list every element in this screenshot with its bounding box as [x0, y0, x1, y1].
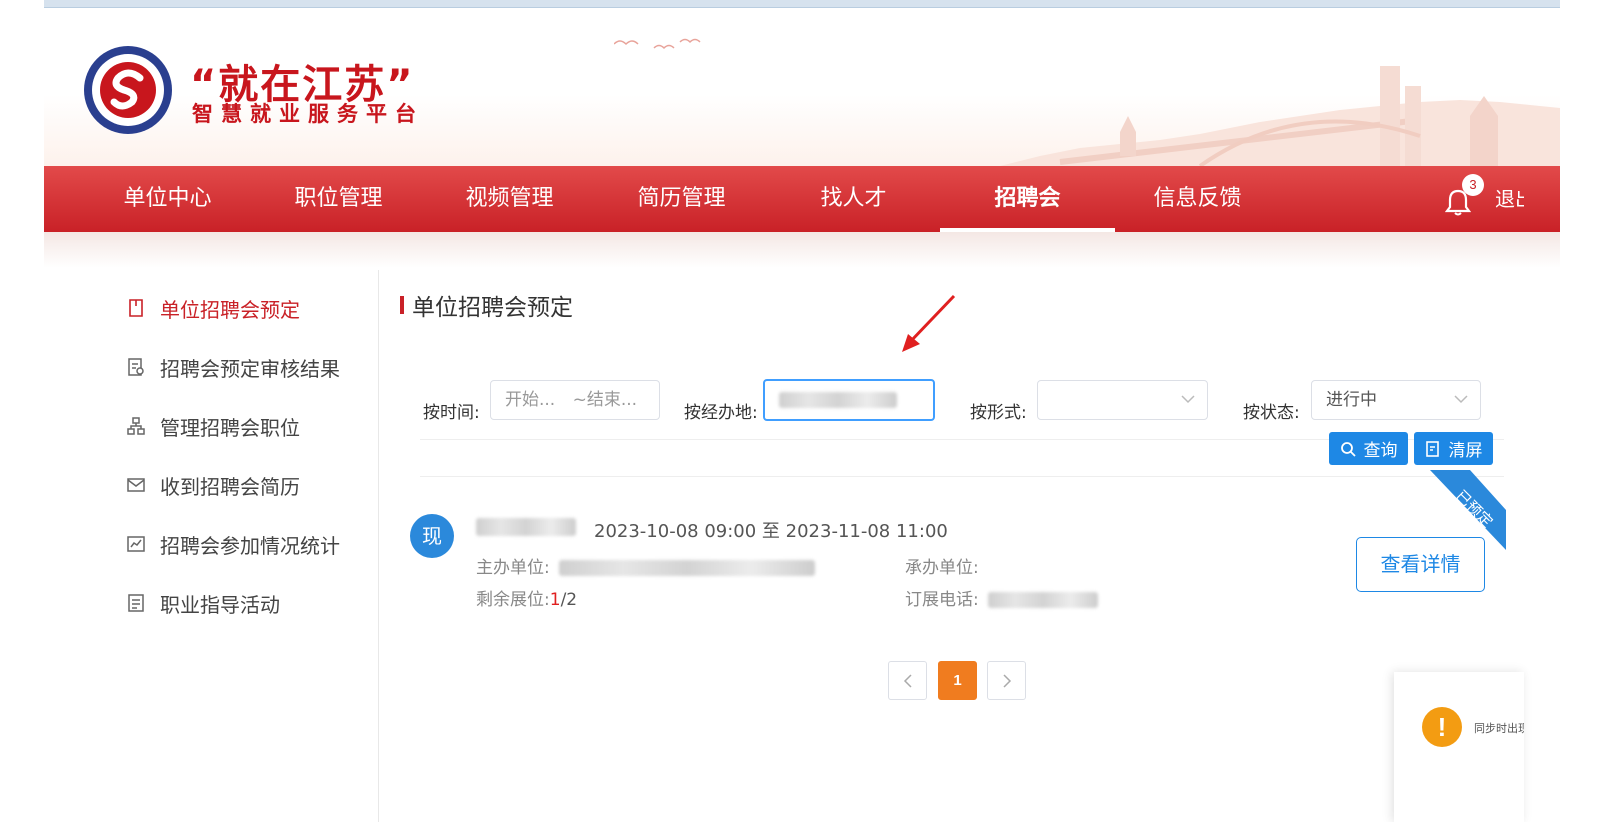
sidebar-item-label: 招聘会参加情况统计 — [160, 533, 340, 558]
view-details-button[interactable]: 查看详情 — [1356, 537, 1485, 592]
sidebar-item-label: 招聘会预定审核结果 — [160, 356, 340, 381]
sidebar-item-label: 收到招聘会简历 — [160, 474, 300, 499]
list-divider — [420, 476, 1504, 477]
nav-item-job-management[interactable]: 职位管理 — [251, 166, 426, 232]
sidebar-item-audit-result[interactable]: 招聘会预定审核结果 — [126, 352, 340, 382]
red-arrow-annotation — [902, 294, 956, 352]
redacted-host-unit — [559, 560, 816, 576]
nav-item-unit-center[interactable]: 单位中心 — [80, 166, 255, 232]
title-accent-bar — [400, 296, 404, 314]
search-icon — [1340, 441, 1356, 457]
page-number-button[interactable]: 1 — [938, 661, 977, 700]
host-unit-label: 主办单位: — [476, 558, 550, 578]
form-filter-label: 按形式: — [970, 403, 1027, 423]
remaining-booths-total: /2 — [560, 590, 578, 610]
logout-link[interactable]: 退出 — [1495, 166, 1524, 232]
logo-icon — [84, 46, 172, 134]
fair-time-range: 2023-10-08 09:00 至 2023-11-08 11:00 — [594, 521, 948, 542]
form-select[interactable] — [1037, 380, 1208, 420]
clear-icon — [1425, 440, 1439, 457]
sidebar-item-participation-stats[interactable]: 招聘会参加情况统计 — [126, 529, 340, 559]
document-icon — [128, 594, 144, 612]
status-select-value: 进行中 — [1326, 390, 1377, 410]
sidebar-item-label: 管理招聘会职位 — [160, 415, 300, 440]
time-filter-label: 按时间: — [423, 403, 480, 423]
bookmark-icon — [129, 299, 143, 317]
nav-shadow — [44, 232, 1560, 268]
city-skyline-decoration — [1000, 66, 1560, 166]
page-title: 单位招聘会预定 — [412, 295, 573, 321]
main-nav: 单位中心 职位管理 视频管理 简历管理 找人才 招聘会 信息反馈 — [44, 166, 1560, 232]
browser-top-strip — [44, 0, 1560, 8]
sidebar-item-fair-booking[interactable]: 单位招聘会预定 — [126, 293, 300, 323]
booking-phone-label: 订展电话: — [905, 590, 979, 610]
fair-avatar: 现 — [410, 514, 454, 558]
organizer-unit: 承办单位: — [905, 553, 979, 578]
toast-message: 同步时出现 — [1474, 722, 1524, 735]
nav-item-video-management[interactable]: 视频管理 — [422, 166, 597, 232]
start-date-placeholder: 开始... — [505, 390, 556, 410]
redacted-location — [779, 392, 897, 408]
audit-icon — [128, 358, 144, 376]
line-chart-icon — [127, 536, 145, 552]
booking-phone: 订展电话: — [905, 585, 1099, 610]
organizer-unit-label: 承办单位: — [905, 558, 979, 578]
remaining-booths-value: 1 — [549, 590, 561, 610]
location-filter-label: 按经办地: — [684, 403, 758, 423]
query-button[interactable]: 查询 — [1329, 432, 1408, 465]
nav-item-job-fair[interactable]: 招聘会 — [940, 166, 1115, 232]
sidebar-item-career-guidance[interactable]: 职业指导活动 — [126, 588, 280, 618]
date-range-input[interactable]: 开始... ~结束... — [490, 380, 660, 420]
sync-toast: ! 同步时出现 — [1394, 672, 1524, 822]
remaining-booths: 剩余展位:1/2 — [476, 585, 577, 610]
mail-icon — [127, 478, 145, 492]
org-chart-icon — [127, 417, 145, 435]
sidebar: 单位招聘会预定 招聘会预定审核结果 管理招聘会职位 收到招聘会简历 招聘会参加情… — [44, 270, 379, 822]
page: “就在江苏” 智慧就业服务平台 单位中心 职位管理 视频管理 简历管理 找人才 … — [0, 0, 1600, 822]
notification-badge: 3 — [1462, 174, 1484, 196]
chevron-down-icon — [1454, 395, 1468, 404]
birds-decoration — [614, 38, 701, 50]
clear-button[interactable]: 清屏 — [1414, 432, 1493, 465]
clear-button-label: 清屏 — [1448, 441, 1483, 461]
warning-icon: ! — [1422, 707, 1462, 747]
query-button-label: 查询 — [1363, 441, 1398, 461]
sidebar-item-label: 职业指导活动 — [160, 592, 280, 617]
chevron-down-icon — [1181, 395, 1195, 404]
redacted-phone — [988, 592, 1099, 608]
chevron-left-icon — [903, 674, 912, 688]
sidebar-item-received-resumes[interactable]: 收到招聘会简历 — [126, 470, 300, 500]
nav-item-find-talent[interactable]: 找人才 — [766, 166, 941, 232]
location-select[interactable] — [763, 379, 935, 421]
sidebar-item-manage-positions[interactable]: 管理招聘会职位 — [126, 411, 300, 441]
status-select[interactable]: 进行中 — [1311, 380, 1481, 420]
sidebar-item-label: 单位招聘会预定 — [160, 297, 300, 322]
end-date-placeholder: ~结束... — [572, 390, 638, 410]
chevron-right-icon — [1002, 674, 1011, 688]
next-page-button[interactable] — [987, 661, 1026, 700]
nav-item-resume-management[interactable]: 简历管理 — [594, 166, 769, 232]
brand-subtitle: 智慧就业服务平台 — [192, 102, 424, 126]
fair-name-redacted[interactable] — [476, 518, 576, 536]
host-unit: 主办单位: — [476, 553, 816, 578]
status-filter-label: 按状态: — [1243, 403, 1300, 423]
site-header: “就在江苏” 智慧就业服务平台 — [44, 8, 1560, 166]
prev-page-button[interactable] — [888, 661, 927, 700]
nav-item-feedback[interactable]: 信息反馈 — [1110, 166, 1285, 232]
remaining-booths-label: 剩余展位: — [476, 590, 550, 610]
